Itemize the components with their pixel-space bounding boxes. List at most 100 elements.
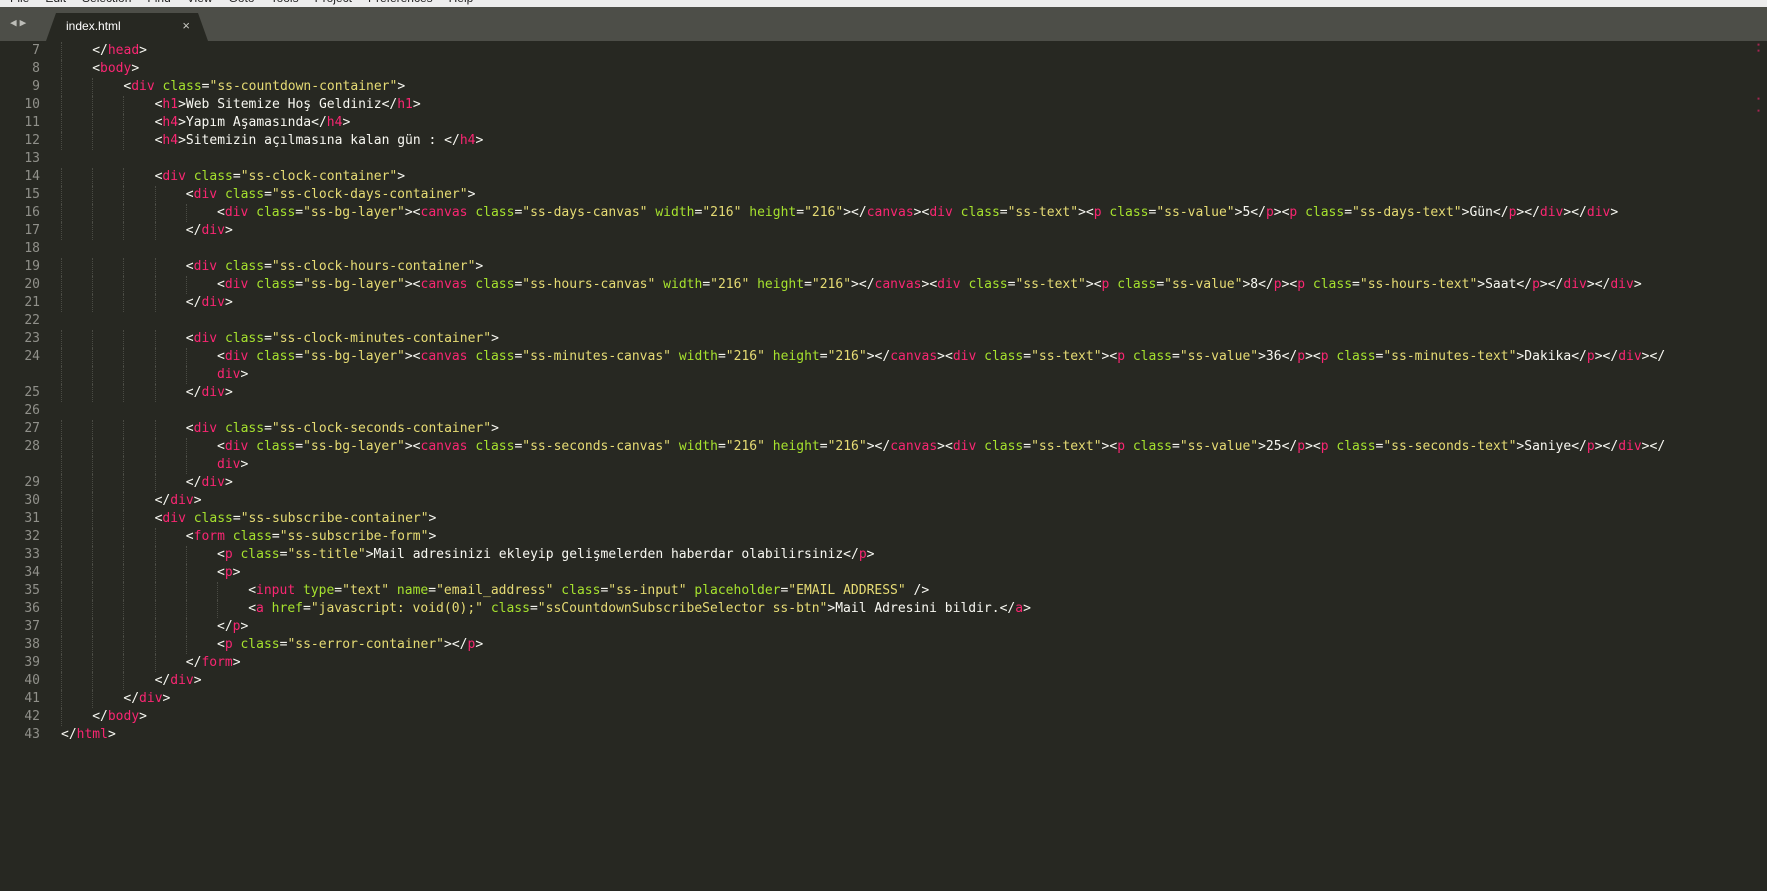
code-line[interactable]: </div> (61, 672, 1761, 690)
code-token: h4 (326, 115, 343, 130)
code-line[interactable]: <h4>Sitemizin açılmasına kalan gün : </h… (61, 132, 1761, 150)
indent-guide (123, 618, 125, 636)
indent-guide (154, 618, 156, 636)
menu-item-9[interactable]: Help (449, 0, 474, 5)
code-line[interactable]: div> (61, 366, 1761, 384)
code-line[interactable]: <a href="javascript: void(0);" class="ss… (61, 600, 1761, 618)
code-token: head (107, 43, 140, 58)
code-token: > (475, 637, 484, 652)
code-token: placeholder (694, 583, 781, 598)
indent-guide (92, 204, 94, 222)
code-token: ></ (1539, 277, 1564, 292)
code-line[interactable]: div> (61, 456, 1761, 474)
code-line[interactable]: <p class="ss-error-container"></p> (61, 636, 1761, 654)
code-line[interactable]: <div class="ss-clock-seconds-container"> (61, 420, 1761, 438)
tab-index-html[interactable]: index.html × (46, 13, 208, 41)
code-token: h4 (162, 133, 179, 148)
indent-guide (123, 258, 125, 276)
code-token: canvas (420, 205, 468, 220)
code-token: ></ (1586, 277, 1611, 292)
code-line[interactable]: </head> (61, 42, 1761, 60)
close-icon[interactable]: × (182, 18, 190, 33)
code-line[interactable]: </p> (61, 618, 1761, 636)
minimap[interactable]: ▪ ▪ ▪ ▪ (1757, 42, 1765, 132)
line-number: 12 (24, 133, 40, 148)
code-line[interactable]: <div class="ss-bg-layer"><canvas class="… (61, 204, 1761, 222)
code-line[interactable]: <form class="ss-subscribe-form"> (61, 528, 1761, 546)
code-line[interactable]: <p> (61, 564, 1761, 582)
code-line[interactable]: <div class="ss-bg-layer"><canvas class="… (61, 348, 1761, 366)
indent-guide (92, 222, 94, 240)
code-line[interactable] (61, 240, 1761, 258)
code-line[interactable]: </body> (61, 708, 1761, 726)
menu-item-2[interactable]: Selection (82, 0, 131, 5)
code-line[interactable] (61, 402, 1761, 420)
menu-item-1[interactable]: Edit (45, 0, 66, 5)
indent-guide (92, 168, 94, 186)
code-token: "ss-days-text" (1352, 205, 1462, 220)
code-line[interactable]: <div class="ss-bg-layer"><canvas class="… (61, 276, 1761, 294)
menu-item-0[interactable]: File (10, 0, 29, 5)
code-token: > (139, 709, 147, 724)
code-line[interactable]: </div> (61, 690, 1761, 708)
code-line[interactable]: </div> (61, 384, 1761, 402)
indent-guide (217, 582, 218, 600)
code-line[interactable]: <div class="ss-countdown-container"> (61, 78, 1761, 96)
code-token: class (1109, 205, 1149, 220)
code-token: "216" (725, 349, 765, 364)
line-number: 40 (24, 673, 40, 688)
indent-guide (92, 690, 94, 708)
indent-guide (154, 636, 156, 654)
indent-guide (185, 456, 187, 474)
code-token: > (491, 331, 499, 346)
line-number: 31 (24, 511, 40, 526)
line-number: 18 (24, 241, 40, 256)
code-token: "ss-bg-layer" (303, 349, 405, 364)
code-token: </ (185, 385, 202, 400)
code-line[interactable]: <div class="ss-subscribe-container"> (61, 510, 1761, 528)
code-token: div (1563, 277, 1587, 292)
menu-item-6[interactable]: Tools (271, 0, 299, 5)
code-token: p (1320, 439, 1329, 454)
code-line[interactable]: </div> (61, 492, 1761, 510)
code-token: < (185, 529, 194, 544)
menu-item-3[interactable]: Find (147, 0, 170, 5)
code-editor[interactable]: 7 8 9 10 11 12 13 14 15 16 17 18 19 20 21 22 23 24 25 26 27 2… (0, 42, 1767, 891)
code-line[interactable]: <p class="ss-title">Mail adresinizi ekle… (61, 546, 1761, 564)
arrow-left-icon[interactable]: ◀ (10, 16, 20, 29)
menu-item-8[interactable]: Preferences (368, 0, 433, 5)
code-line[interactable] (61, 312, 1761, 330)
code-line[interactable]: <div class="ss-clock-hours-container"> (61, 258, 1761, 276)
indent-guide (185, 546, 187, 564)
code-line[interactable]: <div class="ss-clock-container"> (61, 168, 1761, 186)
code-line[interactable]: <div class="ss-bg-layer"><canvas class="… (61, 438, 1761, 456)
code-line[interactable]: <input type="text" name="email_address" … (61, 582, 1761, 600)
menu-item-5[interactable]: Goto (229, 0, 255, 5)
code-token: >< (1101, 349, 1118, 364)
code-line[interactable]: <h1>Web Sitemize Hoş Geldiniz</h1> (61, 96, 1761, 114)
code-token: div (217, 367, 241, 382)
indent-guide (92, 96, 94, 114)
code-line[interactable] (61, 150, 1761, 168)
tab-nav-arrows[interactable]: ◀▶ (10, 16, 29, 29)
code-line[interactable]: </div> (61, 474, 1761, 492)
menu-item-4[interactable]: View (187, 0, 213, 5)
line-number: 37 (24, 619, 40, 634)
code-line[interactable]: </html> (61, 726, 1761, 744)
code-token: > (342, 115, 351, 130)
code-line[interactable]: </form> (61, 654, 1761, 672)
code-token: "ss-subscribe-form" (279, 529, 429, 544)
code-token: class (193, 511, 233, 526)
code-line[interactable]: </div> (61, 222, 1761, 240)
arrow-right-icon[interactable]: ▶ (20, 16, 30, 29)
code-line[interactable]: </div> (61, 294, 1761, 312)
code-line[interactable]: <div class="ss-clock-minutes-container"> (61, 330, 1761, 348)
code-area[interactable]: </head> <body> <div class="ss-countdown-co… (61, 42, 1761, 744)
menu-item-7[interactable]: Project (315, 0, 352, 5)
code-line[interactable]: <body> (61, 60, 1761, 78)
code-line[interactable]: <h4>Yapım Aşamasında</h4> (61, 114, 1761, 132)
code-token: div (952, 439, 977, 454)
code-line[interactable]: <div class="ss-clock-days-container"> (61, 186, 1761, 204)
code-token: = (717, 439, 726, 454)
